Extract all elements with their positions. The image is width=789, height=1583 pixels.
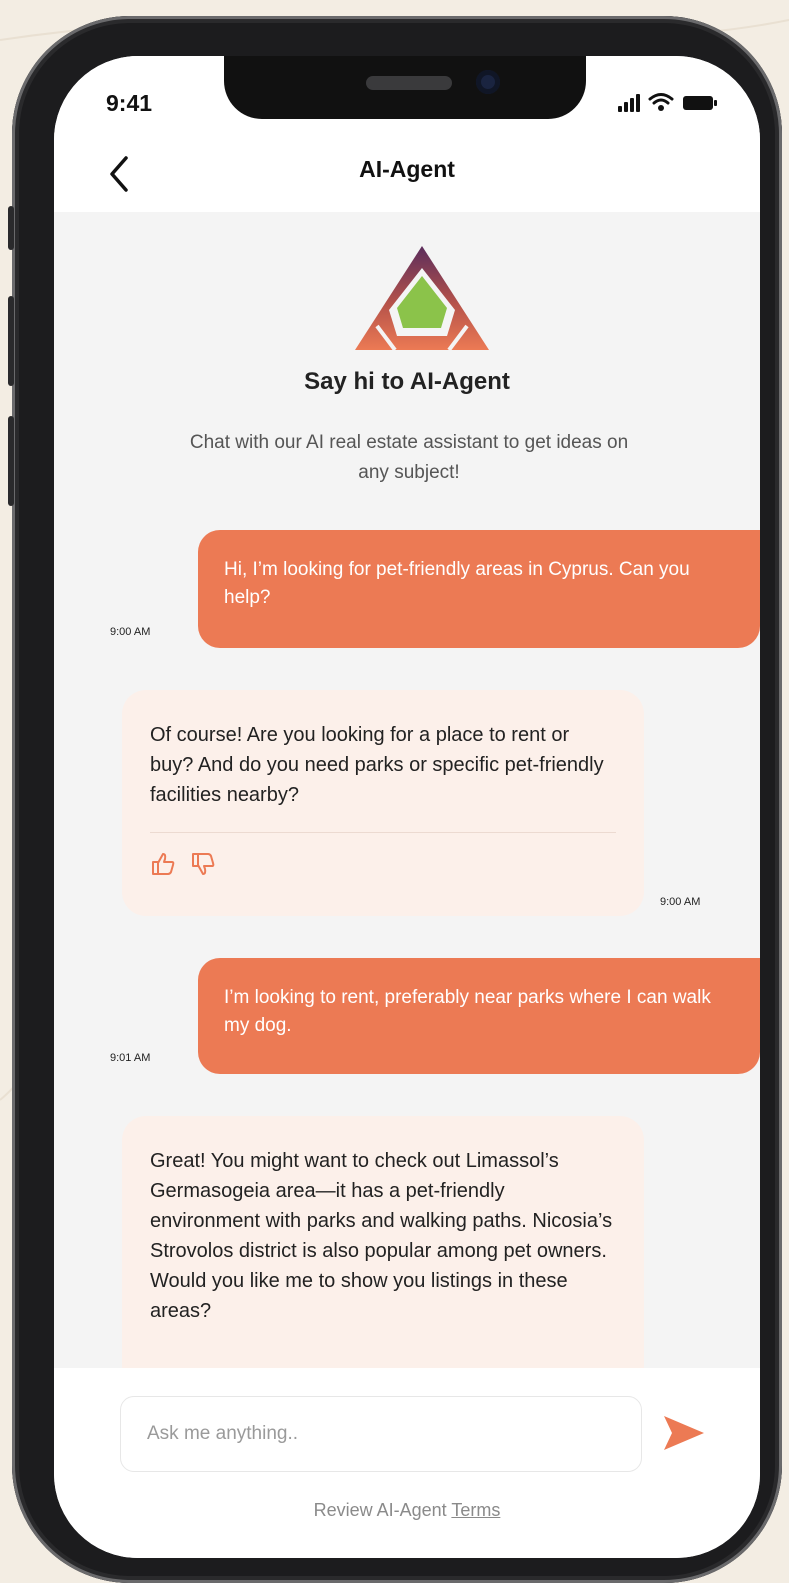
message-time: 9:00 AM — [110, 626, 151, 638]
message-input[interactable] — [120, 1396, 642, 1472]
terms-prefix: Review AI-Agent — [313, 1500, 447, 1520]
feedback-actions — [150, 851, 616, 877]
divider — [150, 832, 616, 833]
message-text: Of course! Are you looking for a place t… — [150, 724, 604, 806]
message-time: 9:01 AM — [110, 1052, 151, 1064]
user-message-bubble: Hi, I’m looking for pet-friendly areas i… — [198, 530, 760, 648]
notch — [224, 56, 586, 119]
ai-agent-logo — [355, 246, 489, 350]
thumbs-up-icon[interactable] — [150, 851, 176, 877]
message-text: I’m looking to rent, preferably near par… — [224, 987, 711, 1036]
wifi-icon — [648, 93, 674, 111]
composer: Review AI-Agent Terms — [54, 1368, 760, 1558]
speaker — [366, 76, 452, 90]
side-button-volume-down — [8, 416, 14, 506]
terms-text: Review AI-Agent Terms — [54, 1500, 760, 1521]
thumbs-down-icon[interactable] — [190, 851, 216, 877]
side-button-volume-up — [8, 296, 14, 386]
agent-message-bubble: Of course! Are you looking for a place t… — [122, 690, 644, 916]
message-text: Great! You might want to check out Limas… — [150, 1150, 613, 1322]
intro-title: Say hi to AI-Agent — [304, 368, 510, 395]
message-time: 9:00 AM — [660, 896, 701, 908]
front-camera — [476, 70, 500, 94]
status-time: 9:41 — [106, 90, 153, 116]
status-icons — [618, 92, 718, 112]
phone-screen: 9:41 AI-Agent Say hi to AI-Agent Chat wi… — [54, 56, 760, 1558]
message-text: Hi, I’m looking for pet-friendly areas i… — [224, 559, 690, 608]
terms-link[interactable]: Terms — [451, 1500, 500, 1520]
side-button-silent — [8, 206, 14, 250]
battery-icon — [683, 96, 717, 110]
send-button[interactable] — [660, 1410, 708, 1456]
page-title: AI-Agent — [359, 156, 455, 182]
intro-subtitle: Chat with our AI real estate assistant t… — [189, 432, 629, 483]
user-message-bubble: I’m looking to rent, preferably near par… — [198, 958, 760, 1074]
signal-icon — [618, 94, 640, 112]
